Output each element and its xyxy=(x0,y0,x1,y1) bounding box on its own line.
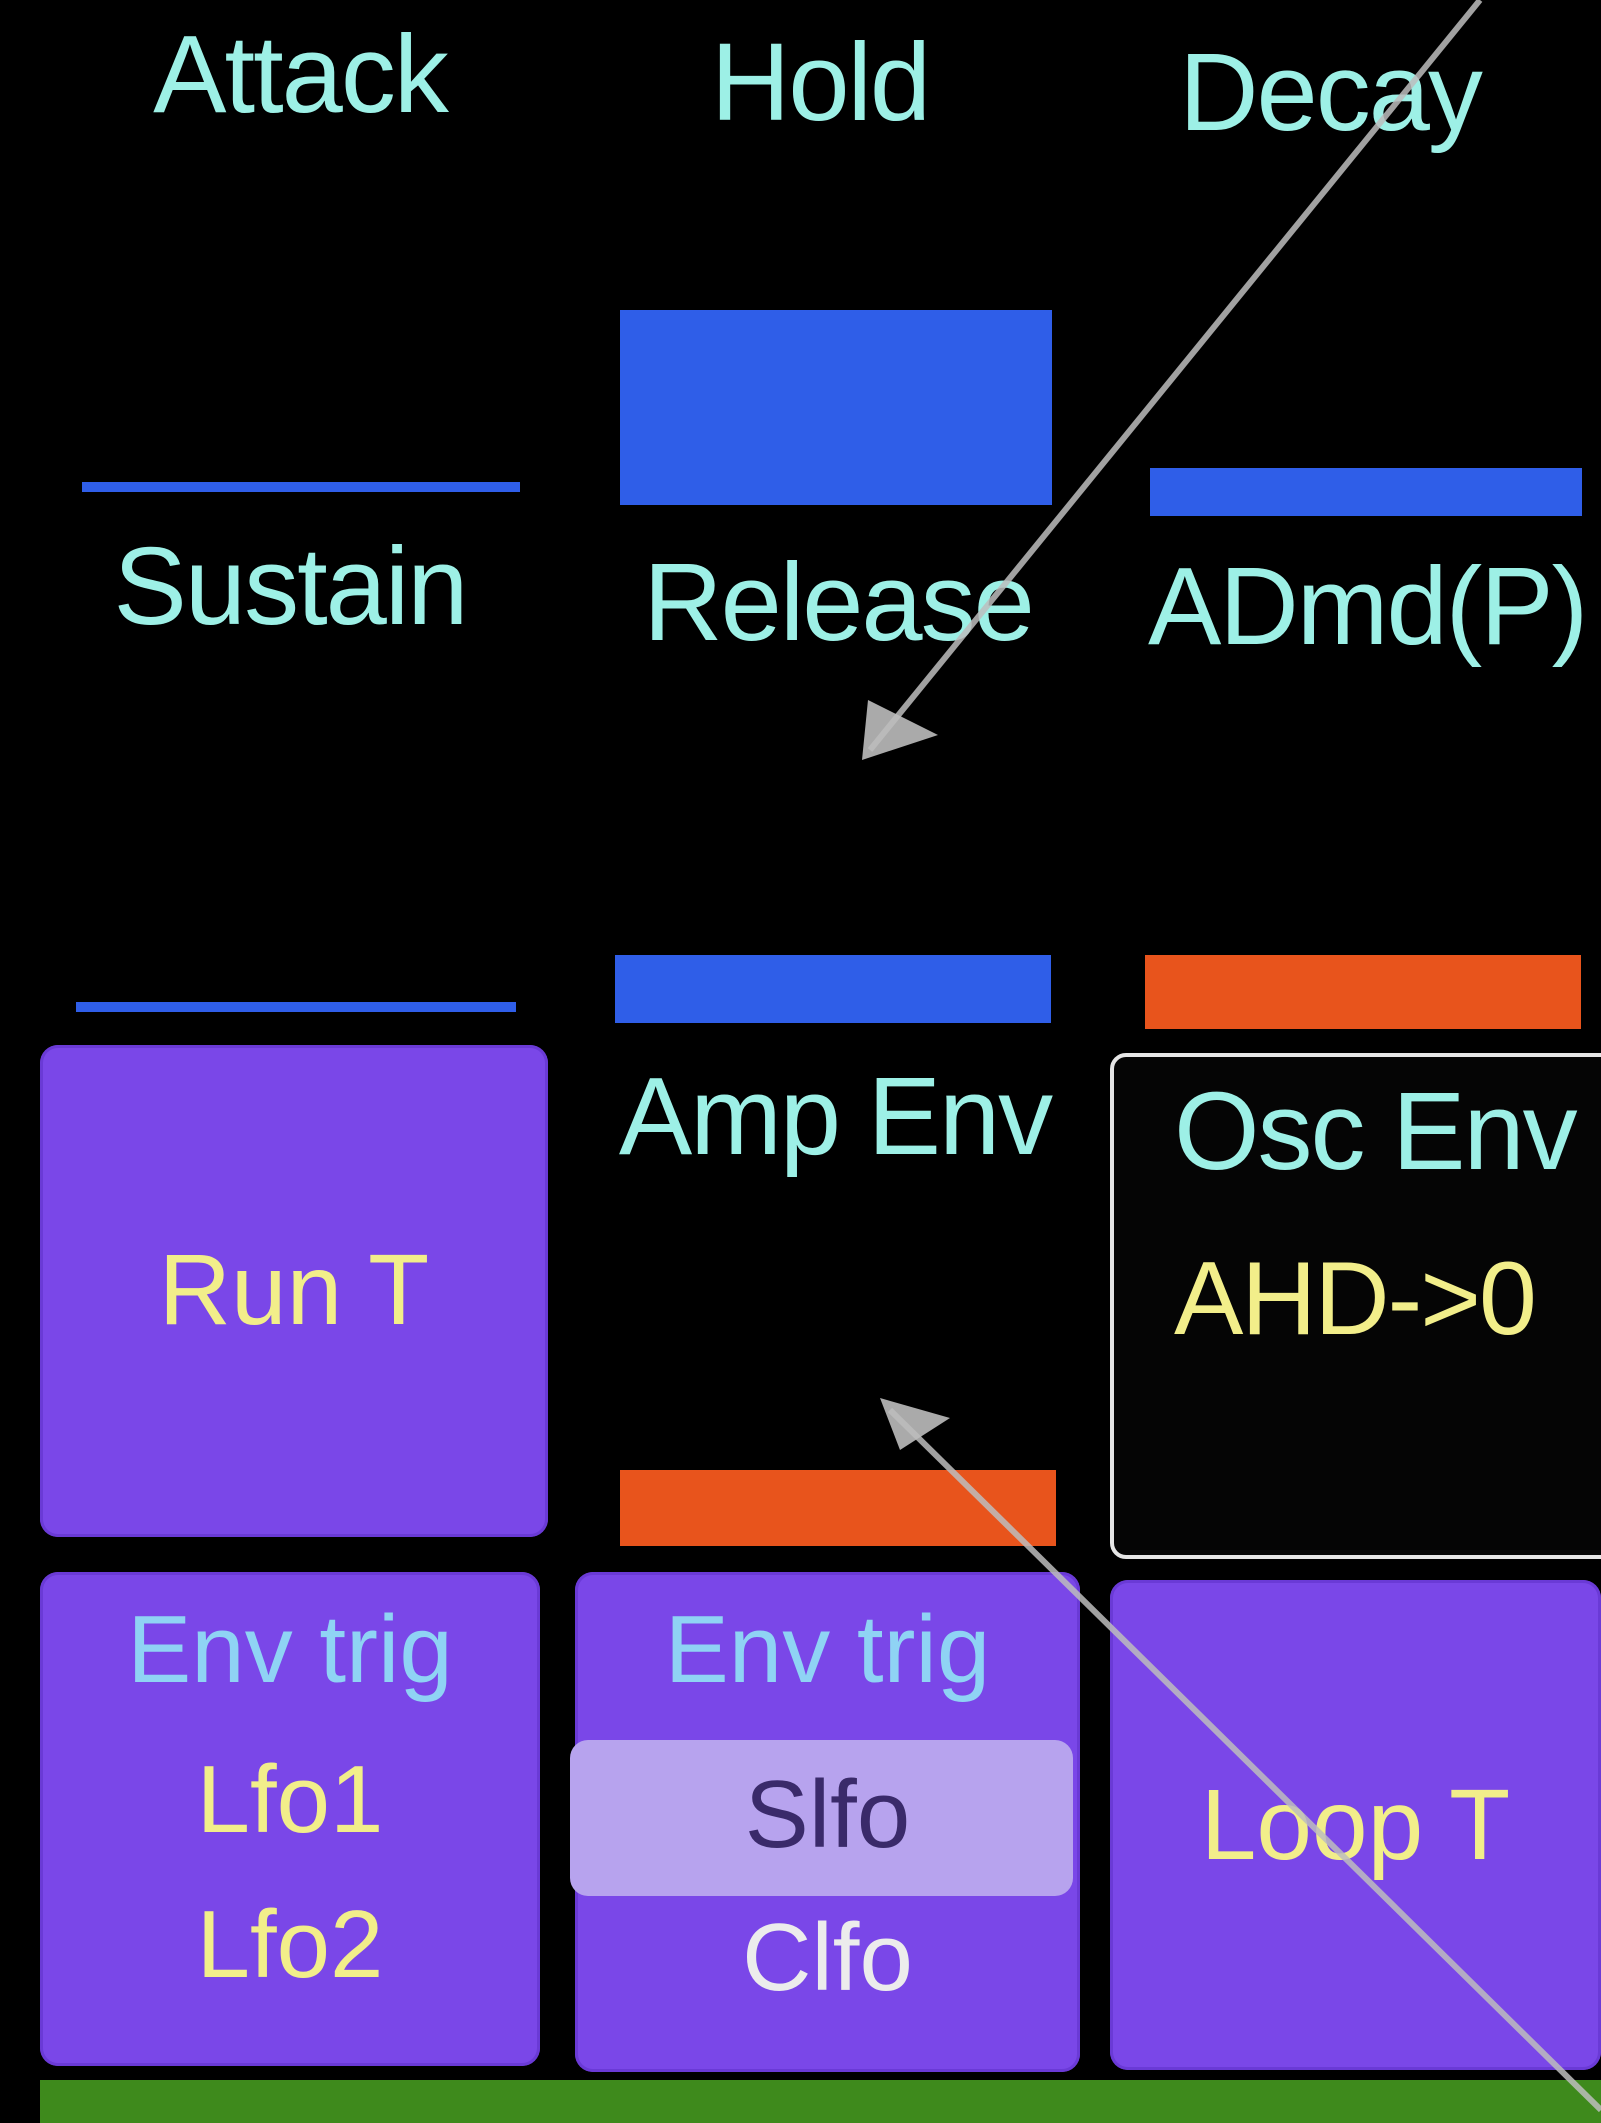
annotation-arrows xyxy=(862,0,1601,2113)
arrow-head-bottom-icon xyxy=(880,1398,950,1450)
arrow-line-top xyxy=(867,0,1483,752)
arrow-line-bottom xyxy=(887,1407,1601,2113)
